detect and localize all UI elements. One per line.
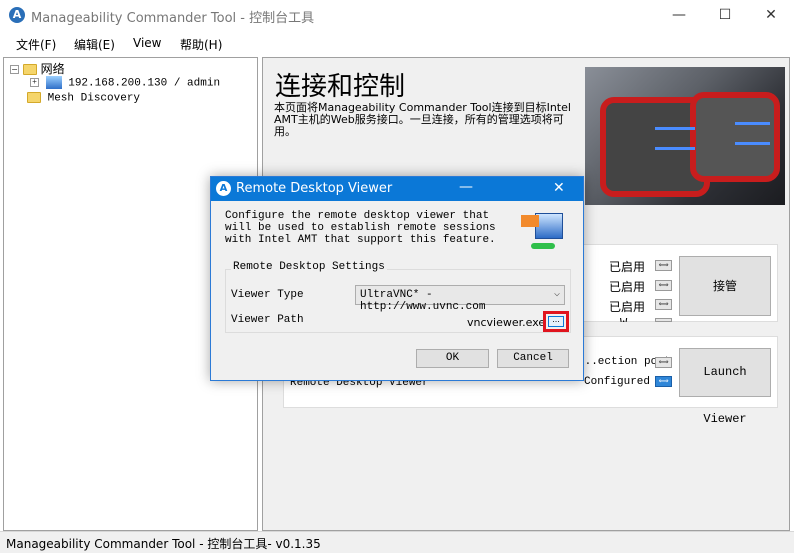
app-logo-icon: A xyxy=(9,7,25,23)
computer-icon xyxy=(45,76,62,89)
viewer-path-value: vncviewer.exe xyxy=(467,316,546,329)
viewer-type-value: UltraVNC* - http://www.uvnc.com xyxy=(360,289,486,313)
feature-status: 已启用 xyxy=(609,260,646,274)
window-title: Manageability Commander Tool - 控制台工具 xyxy=(31,11,315,26)
dialog-intro: Configure the remote desktop viewer that… xyxy=(225,210,496,246)
dialog-minimize-icon[interactable]: — xyxy=(459,179,473,195)
menu-help[interactable]: 帮助(H) xyxy=(180,36,222,53)
page-title: 连接和控制 xyxy=(275,72,406,102)
tree-item-network[interactable]: − 网络 xyxy=(10,60,65,77)
tree-item-host[interactable]: + 192.168.200.130 / admin xyxy=(30,76,220,89)
launch-viewer-button[interactable]: Launch Viewer xyxy=(679,348,771,426)
toggle-button[interactable]: ⟺ xyxy=(655,299,672,310)
minimize-icon: — xyxy=(672,7,686,23)
menu-bar xyxy=(0,31,794,56)
menu-edit[interactable]: 编辑(E) xyxy=(74,36,115,53)
chevron-down-icon: ⌵ xyxy=(553,289,560,300)
dialog-close-icon[interactable]: ✕ xyxy=(553,180,565,196)
feature-status: 已启用 xyxy=(609,300,646,314)
takeover-button[interactable]: 接管 xyxy=(679,256,771,316)
menu-file[interactable]: 文件(F) xyxy=(16,36,56,53)
viewer-configured-label: Configured xyxy=(584,376,651,388)
expand-icon[interactable]: + xyxy=(30,78,39,87)
page-description: 本页面将Manageability Commander Tool连接到目标Int… xyxy=(274,101,571,138)
toggle-button[interactable]: ⟺ xyxy=(655,280,672,291)
tree-item-label: 192.168.200.130 / admin xyxy=(68,77,221,90)
minimize-button[interactable]: — xyxy=(656,0,702,31)
tree-item-mesh-discovery[interactable]: Mesh Discovery xyxy=(27,92,140,104)
viewer-type-label: Viewer Type xyxy=(231,289,304,301)
feature-status: W... xyxy=(620,316,649,322)
toggle-button[interactable] xyxy=(655,318,672,322)
folder-icon xyxy=(22,64,37,75)
maximize-button[interactable]: ☐ xyxy=(702,0,748,31)
ok-button[interactable]: OK xyxy=(416,349,489,368)
toggle-button[interactable]: ⟺ xyxy=(655,357,672,368)
close-icon: ✕ xyxy=(765,7,777,23)
viewer-path-label: Viewer Path xyxy=(231,314,304,326)
browse-button[interactable]: ... xyxy=(548,316,564,327)
tree-item-label: Mesh Discovery xyxy=(47,92,141,105)
cancel-button[interactable]: Cancel xyxy=(497,349,569,368)
viewer-type-select[interactable]: UltraVNC* - http://www.uvnc.com ⌵ xyxy=(355,285,565,313)
status-text: Manageability Commander Tool - 控制台工具- v0… xyxy=(6,537,321,551)
computer-photo xyxy=(585,67,785,205)
feature-status: 已启用 xyxy=(609,280,646,294)
network-computers-icon xyxy=(521,209,567,255)
collapse-icon[interactable]: − xyxy=(10,65,19,74)
folder-icon xyxy=(27,92,41,103)
app-logo-icon: A xyxy=(216,181,231,196)
tree-item-label: 网络 xyxy=(40,62,65,76)
toggle-button[interactable]: ⟺ xyxy=(655,260,672,271)
close-button[interactable]: ✕ xyxy=(748,0,794,31)
remote-desktop-viewer-dialog: A Remote Desktop Viewer — ✕ Configure th… xyxy=(210,176,584,381)
menu-view[interactable]: View xyxy=(133,36,161,50)
settings-group-label: Remote Desktop Settings xyxy=(231,261,387,273)
configure-viewer-button[interactable]: ⟺ xyxy=(655,376,672,387)
dialog-title: Remote Desktop Viewer xyxy=(236,181,393,196)
maximize-icon: ☐ xyxy=(718,7,732,23)
